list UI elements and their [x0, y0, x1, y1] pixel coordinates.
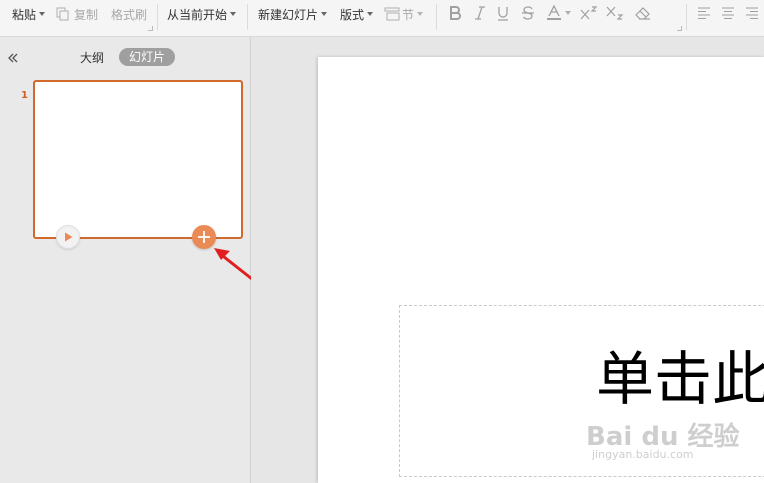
underline-button[interactable] [494, 2, 512, 24]
underline-icon [498, 7, 508, 21]
align-right-icon [746, 7, 758, 19]
font-color-icon [546, 5, 561, 20]
align-center-icon [722, 7, 734, 19]
layout-button[interactable]: 版式 [340, 0, 374, 28]
slide-number: 1 [21, 90, 28, 101]
italic-icon [475, 6, 485, 20]
subscript-icon [606, 6, 624, 20]
new-slide-button[interactable]: 新建幻灯片 [258, 0, 328, 28]
toolbar-divider [157, 4, 158, 30]
bold-icon [450, 6, 461, 20]
section-label: 节 [402, 7, 415, 22]
layout-caret[interactable] [367, 12, 374, 16]
slide-thumbnail[interactable] [33, 80, 243, 239]
tab-slides[interactable]: 幻灯片 [119, 48, 176, 66]
slide-canvas[interactable]: 单击此 [318, 57, 764, 483]
subscript-button[interactable] [604, 2, 626, 24]
strikethrough-icon [522, 6, 534, 20]
format-painter-button[interactable]: 格式刷 [111, 0, 147, 28]
from-current-label: 从当前开始 [167, 7, 228, 22]
paste-dropdown-caret[interactable] [39, 12, 46, 16]
font-color-caret[interactable] [564, 11, 571, 15]
format-painter-label: 格式刷 [111, 7, 148, 22]
title-placeholder[interactable]: 单击此 [399, 305, 764, 477]
play-icon [65, 232, 73, 242]
clipboard-group-launcher[interactable] [148, 26, 153, 31]
copy-label: 复制 [74, 7, 99, 22]
align-left-icon [698, 7, 710, 19]
paste-button[interactable]: 粘贴 [12, 0, 46, 28]
slide-panel: 大纲 幻灯片 1 [0, 37, 254, 483]
layout-label: 版式 [340, 7, 365, 22]
italic-button[interactable] [471, 2, 489, 24]
paste-label: 粘贴 [12, 7, 37, 22]
new-slide-caret[interactable] [321, 12, 328, 16]
section-icon [384, 7, 400, 21]
toolbar-divider [686, 4, 687, 30]
align-right-button[interactable] [743, 2, 761, 24]
bold-button[interactable] [446, 2, 464, 24]
copy-icon [56, 7, 69, 21]
align-center-button[interactable] [719, 2, 737, 24]
section-button[interactable]: 节 [384, 0, 424, 28]
align-left-button[interactable] [695, 2, 713, 24]
slide-editor-area: 单击此 [251, 37, 764, 483]
font-group-launcher[interactable] [677, 26, 682, 31]
superscript-button[interactable] [578, 2, 600, 24]
annotation-arrow-icon [214, 248, 254, 281]
double-chevron-left-icon [8, 53, 18, 63]
toolbar-divider [247, 4, 248, 30]
collapse-panel-button[interactable] [6, 50, 20, 64]
clear-format-button[interactable] [632, 2, 654, 24]
new-slide-label: 新建幻灯片 [258, 7, 319, 22]
tab-outline[interactable]: 大纲 [80, 49, 104, 66]
section-caret[interactable] [417, 12, 424, 16]
title-placeholder-text: 单击此 [596, 345, 764, 413]
strikethrough-button[interactable] [519, 2, 537, 24]
copy-button[interactable]: 复制 [56, 0, 98, 28]
plus-icon [198, 231, 210, 243]
play-slide-button[interactable] [56, 225, 80, 249]
ribbon-toolbar: 粘贴 复制 格式刷 从当前开始 新建幻灯片 版式 节 [0, 0, 764, 37]
from-current-button[interactable]: 从当前开始 [167, 0, 237, 28]
font-color-button[interactable] [545, 2, 571, 24]
from-current-caret[interactable] [230, 12, 237, 16]
toolbar-divider [436, 4, 437, 30]
eraser-icon [635, 7, 650, 20]
superscript-icon [580, 6, 598, 20]
